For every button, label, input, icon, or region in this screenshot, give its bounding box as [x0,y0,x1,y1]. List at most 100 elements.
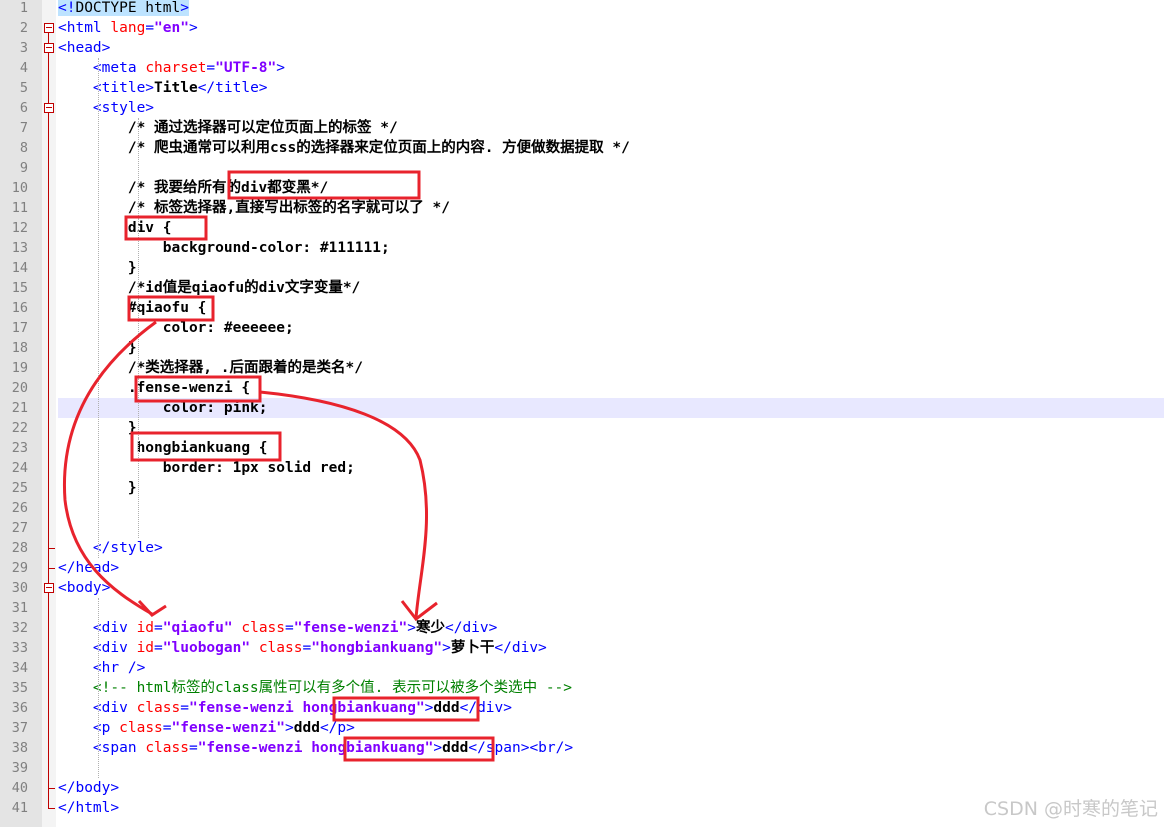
code-line[interactable]: </head> [58,558,119,578]
code-token: background-color: #111111; [58,240,390,256]
code-line[interactable]: /* 标签选择器,直接写出标签的名字就可以了 */ [58,198,450,218]
fold-toggle-icon[interactable] [44,583,54,593]
code-token: ddd [442,740,469,756]
code-token: </style> [92,540,163,556]
code-line[interactable]: #qiaofu { [58,298,207,318]
code-line[interactable]: background-color: #111111; [58,238,390,258]
fold-end [48,568,55,569]
code-token: = [302,640,312,656]
code-token: "fense-wenzi" [171,720,286,736]
code-line[interactable]: border: 1px solid red; [58,458,355,478]
code-line[interactable]: </style> [58,538,163,558]
code-line[interactable]: color: pink; [58,398,268,418]
code-token: > [433,740,443,756]
code-token: div { [58,220,172,236]
code-token: <title> [92,80,155,96]
line-number: 22 [11,420,28,436]
code-line[interactable]: <div id="qiaofu" class="fense-wenzi">寒少<… [58,618,497,638]
code-token: <!-- html标签的class属性可以有多个值. 表示可以被多个类选中 --… [92,680,573,696]
fold-margin[interactable] [42,0,56,827]
code-token: .fense-wenzi { [58,380,251,396]
code-token: > [442,640,451,656]
line-number: 1 [19,0,28,16]
code-line[interactable]: <span class="fense-wenzi hongbiankuang">… [58,738,573,758]
code-token: </div> [459,700,512,716]
code-line[interactable]: .hongbiankuang { [58,438,268,458]
indent-guide [98,598,99,778]
line-number: 36 [11,700,28,716]
code-token: /* 爬虫通常可以利用css的选择器来定位页面上的内容. 方便做数据提取 */ [58,140,630,156]
fold-toggle-icon[interactable] [44,103,54,113]
code-token: <hr /> [92,660,146,676]
code-token: ddd [293,720,320,736]
code-line[interactable]: color: #eeeeee; [58,318,294,338]
code-token: </div> [494,640,547,656]
code-token: <body> [58,580,111,596]
code-line[interactable]: <!DOCTYPE html> [58,0,189,18]
code-token: ddd [433,700,460,716]
fold-toggle-icon[interactable] [44,43,54,53]
line-number: 28 [11,540,28,556]
code-token: </p> [319,720,355,736]
line-number: 25 [11,480,28,496]
line-number: 33 [11,640,28,656]
code-line[interactable]: <meta charset="UTF-8"> [58,58,285,78]
code-line[interactable]: /* 爬虫通常可以利用css的选择器来定位页面上的内容. 方便做数据提取 */ [58,138,630,158]
code-token: DOCTYPE html [75,0,181,16]
fold-line [48,593,49,788]
code-line[interactable]: </html> [58,798,119,818]
code-line[interactable]: <style> [58,98,154,118]
code-token: </title> [197,80,268,96]
code-line[interactable]: /* 通过选择器可以定位页面上的标签 */ [58,118,398,138]
line-number: 27 [11,520,28,536]
line-number: 34 [11,660,28,676]
code-line[interactable]: <head> [58,38,110,58]
code-line[interactable]: .fense-wenzi { [58,378,250,398]
code-token: <p [92,720,120,736]
line-number: 38 [11,740,28,756]
code-line[interactable]: <div class="fense-wenzi hongbiankuang">d… [58,698,512,718]
code-line[interactable]: <html lang="en"> [58,18,198,38]
code-editor[interactable]: 1 2 3 4 5 6 7 8 9 10 11 12 13 14 15 16 17 18 19 20 21 22 23 24 2… [0,0,1164,827]
code-token: </body> [58,780,120,796]
line-number: 40 [11,780,28,796]
code-line[interactable]: /*id值是qiaofu的div文字变量*/ [58,278,360,298]
code-line[interactable]: <p class="fense-wenzi">ddd</p> [58,718,355,738]
fold-toggle-icon[interactable] [44,23,54,33]
code-token: = [180,700,189,716]
code-line[interactable]: /*类选择器, .后面跟着的是类名*/ [58,358,363,378]
line-number: 8 [19,140,28,156]
code-token: id [136,640,155,656]
line-number: 39 [11,760,28,776]
code-line[interactable]: <!-- html标签的class属性可以有多个值. 表示可以被多个类选中 --… [58,678,572,698]
code-token: color: pink; [58,400,268,416]
code-token: color: #eeeeee; [58,320,294,336]
code-token: class [232,620,286,636]
code-line[interactable]: <div id="luobogan" class="hongbiankuang"… [58,638,547,658]
line-number: 35 [11,680,28,696]
code-line[interactable]: <hr /> [58,658,145,678]
code-token: = [188,740,198,756]
code-token: class [119,720,163,736]
code-token: /* 标签选择器,直接写出标签的名字就可以了 */ [58,200,450,216]
code-token: "UTF-8" [215,60,277,76]
code-token: <div [92,620,137,636]
code-token: <html [58,20,111,36]
line-number: 4 [19,60,28,76]
code-token: 萝卜干 [450,640,495,656]
code-token: charset [145,60,207,76]
code-token: "hongbiankuang" [311,640,443,656]
code-line[interactable]: <body> [58,578,110,598]
code-token: class [145,740,189,756]
code-token: class [250,640,303,656]
code-token: "en" [154,20,189,36]
fold-end [48,808,55,809]
code-line[interactable]: </body> [58,778,119,798]
line-number: 37 [11,720,28,736]
indent-guide [138,218,139,278]
code-line[interactable]: div { [58,218,172,238]
code-line[interactable]: <title>Title</title> [58,78,268,98]
